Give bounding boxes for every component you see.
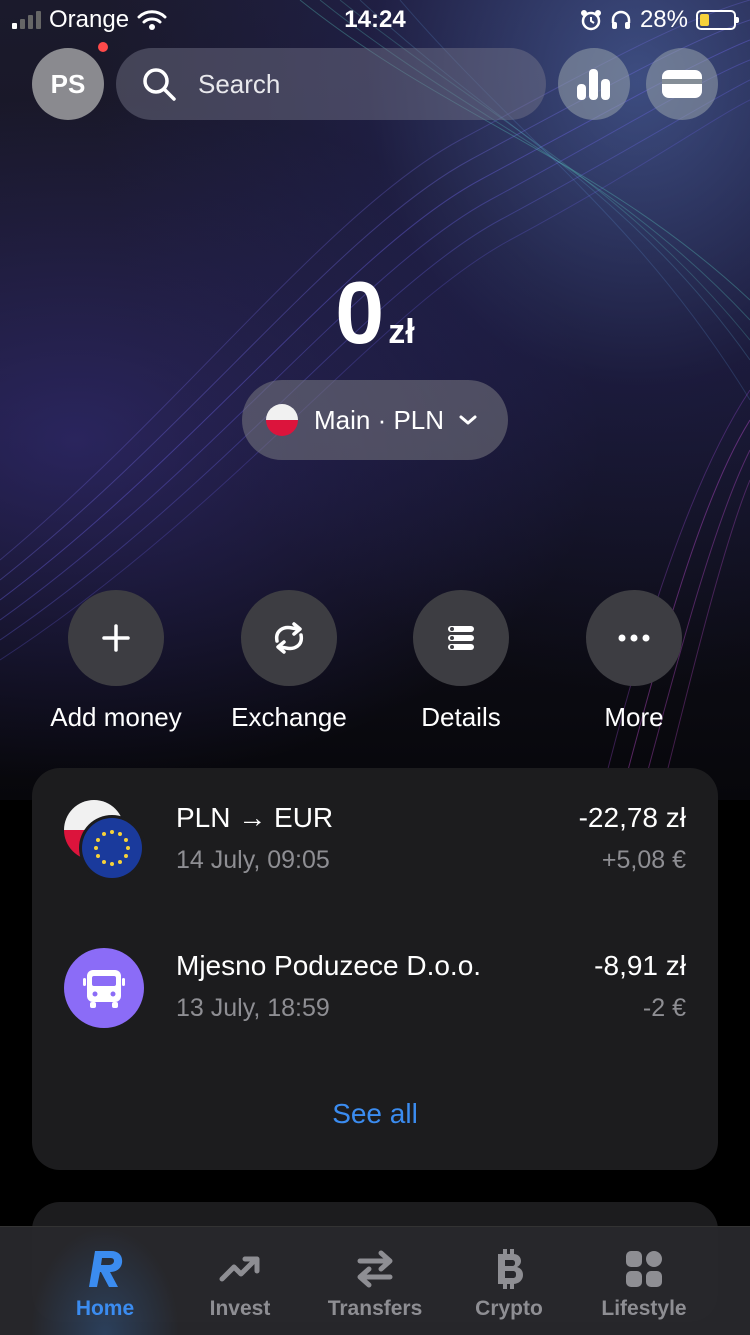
- cards-button[interactable]: [646, 48, 718, 120]
- transaction-amount: -22,78 zł: [578, 802, 686, 833]
- exchange-button[interactable]: Exchange: [203, 590, 375, 733]
- transaction-secondary-amount: -2 €: [642, 994, 686, 1022]
- nav-transfers[interactable]: Transfers: [300, 1227, 450, 1335]
- transaction-row[interactable]: Mjesno Poduzece D.o.o. 13 July, 18:59 -8…: [32, 948, 718, 1048]
- add-money-label: Add money: [50, 702, 182, 732]
- bus-icon: [64, 948, 148, 1032]
- more-circle[interactable]: [586, 590, 682, 686]
- transaction-secondary-amount: +5,08 €: [601, 846, 686, 874]
- details-button[interactable]: Details: [375, 590, 547, 733]
- avatar-initials: PS: [50, 68, 86, 99]
- search-icon: [143, 68, 176, 101]
- add-money-button[interactable]: Add money: [30, 590, 202, 733]
- alarm-icon: [580, 10, 601, 31]
- bitcoin-icon: [485, 1247, 533, 1291]
- add-money-circle[interactable]: [68, 590, 164, 686]
- analytics-button[interactable]: [558, 48, 630, 120]
- see-all-link[interactable]: See all: [32, 1098, 718, 1130]
- nav-transfers-label: Transfers: [327, 1297, 423, 1320]
- exchange-circle[interactable]: [241, 590, 337, 686]
- search-bar[interactable]: Search: [116, 48, 546, 120]
- more-label: More: [604, 702, 664, 732]
- bar-chart-icon: [577, 69, 610, 100]
- nav-home-label: Home: [75, 1297, 135, 1320]
- notification-dot: [98, 42, 108, 52]
- exchange-icon: [274, 622, 304, 654]
- exchange-label: Exchange: [231, 702, 347, 732]
- transactions-card: PLN → EUR 14 July, 09:05 -22,78 zł +5,08…: [32, 768, 718, 1170]
- transaction-amount: -8,91 zł: [594, 950, 686, 981]
- nav-lifestyle-label: Lifestyle: [601, 1297, 687, 1320]
- nav-crypto[interactable]: Crypto: [434, 1227, 584, 1335]
- poland-flag-icon: [266, 404, 298, 436]
- transfers-icon: [351, 1247, 399, 1291]
- bottom-nav: Home Invest Transfers Crypto Lifestyle: [0, 1226, 750, 1335]
- account-selector[interactable]: Main · PLN: [242, 380, 508, 460]
- nav-home[interactable]: Home: [30, 1227, 180, 1335]
- transaction-title: Mjesno Poduzece D.o.o.: [176, 950, 482, 981]
- battery-icon: [696, 10, 739, 30]
- transaction-date: 14 July, 09:05: [176, 846, 330, 874]
- chevron-down-icon: [459, 415, 477, 425]
- details-icon: [448, 626, 474, 650]
- headphones-icon: [611, 10, 631, 29]
- more-icon: [618, 634, 650, 642]
- nav-invest-label: Invest: [209, 1297, 271, 1320]
- nav-invest[interactable]: Invest: [165, 1227, 315, 1335]
- status-right-group: 28%: [580, 6, 739, 34]
- status-bar: Orange 14:24 28%: [0, 0, 750, 40]
- avatar[interactable]: PS: [32, 48, 104, 120]
- balance-amount: 0: [335, 263, 384, 362]
- search-placeholder: Search: [198, 68, 281, 99]
- account-label: Main · PLN: [314, 404, 445, 435]
- battery-percent: 28%: [639, 6, 688, 33]
- transaction-title: PLN → EUR: [176, 802, 334, 833]
- lifestyle-grid-icon: [620, 1247, 668, 1291]
- balance-display: 0 zł: [0, 262, 750, 364]
- more-button[interactable]: More: [548, 590, 720, 733]
- revolut-logo-icon: [81, 1247, 129, 1291]
- plus-icon: [102, 624, 130, 652]
- nav-crypto-label: Crypto: [475, 1297, 543, 1320]
- pln-eur-flags-icon: [64, 800, 148, 884]
- transaction-row[interactable]: PLN → EUR 14 July, 09:05 -22,78 zł +5,08…: [32, 800, 718, 900]
- trending-up-icon: [216, 1247, 264, 1291]
- transaction-date: 13 July, 18:59: [176, 994, 330, 1022]
- card-icon: [662, 70, 702, 98]
- details-circle[interactable]: [413, 590, 509, 686]
- nav-lifestyle[interactable]: Lifestyle: [569, 1227, 719, 1335]
- details-label: Details: [421, 702, 501, 732]
- balance-currency: zł: [388, 313, 415, 351]
